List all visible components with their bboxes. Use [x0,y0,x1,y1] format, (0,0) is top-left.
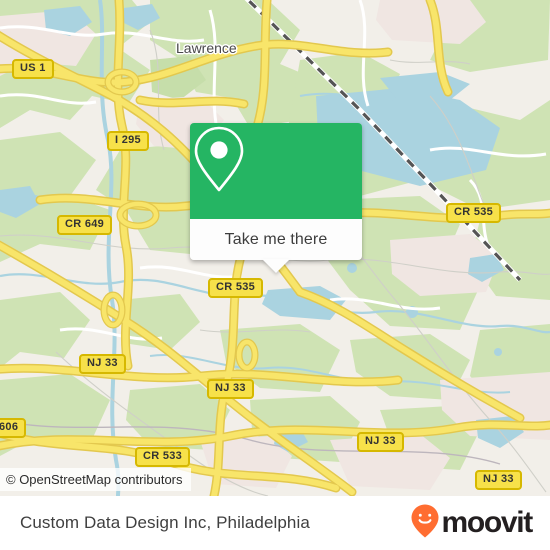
page-title: Custom Data Design Inc, Philadelphia [20,513,310,532]
map-page: Lawrence US 1 I 295 CR 649 CR 535 CR 535… [0,0,550,550]
route-shield-cr-533[interactable]: CR 533 [135,447,191,467]
map-canvas[interactable]: Lawrence US 1 I 295 CR 649 CR 535 CR 535… [0,0,550,496]
location-info-card[interactable]: Take me there [190,123,362,273]
route-shield-606[interactable]: 606 [0,418,27,438]
route-shield-cr-649[interactable]: CR 649 [57,215,113,235]
route-shield-nj-33-center[interactable]: NJ 33 [207,379,254,399]
route-shield-cr-535-center[interactable]: CR 535 [208,278,264,298]
map-attribution[interactable]: © OpenStreetMap contributors [0,468,191,491]
footer-bar: Custom Data Design Inc, Philadelphia moo… [0,496,550,550]
moovit-pin-icon [410,503,440,544]
moovit-wordmark: moovit [441,506,533,539]
route-shield-nj-33-southeast[interactable]: NJ 33 [357,432,404,452]
place-label-lawrence: Lawrence [176,40,237,56]
route-shield-nj-33-corner[interactable]: NJ 33 [475,470,522,490]
route-shield-i-295[interactable]: I 295 [107,131,149,151]
card-image-area [190,123,362,219]
route-shield-nj-33-west[interactable]: NJ 33 [79,354,126,374]
card-action-area[interactable]: Take me there [190,219,362,273]
route-shield-us-1[interactable]: US 1 [12,59,54,79]
card-pointer-tail [262,259,290,273]
route-shield-cr-535-east[interactable]: CR 535 [446,203,502,223]
moovit-logo[interactable]: moovit [410,503,533,544]
take-me-there-button[interactable]: Take me there [225,231,328,249]
